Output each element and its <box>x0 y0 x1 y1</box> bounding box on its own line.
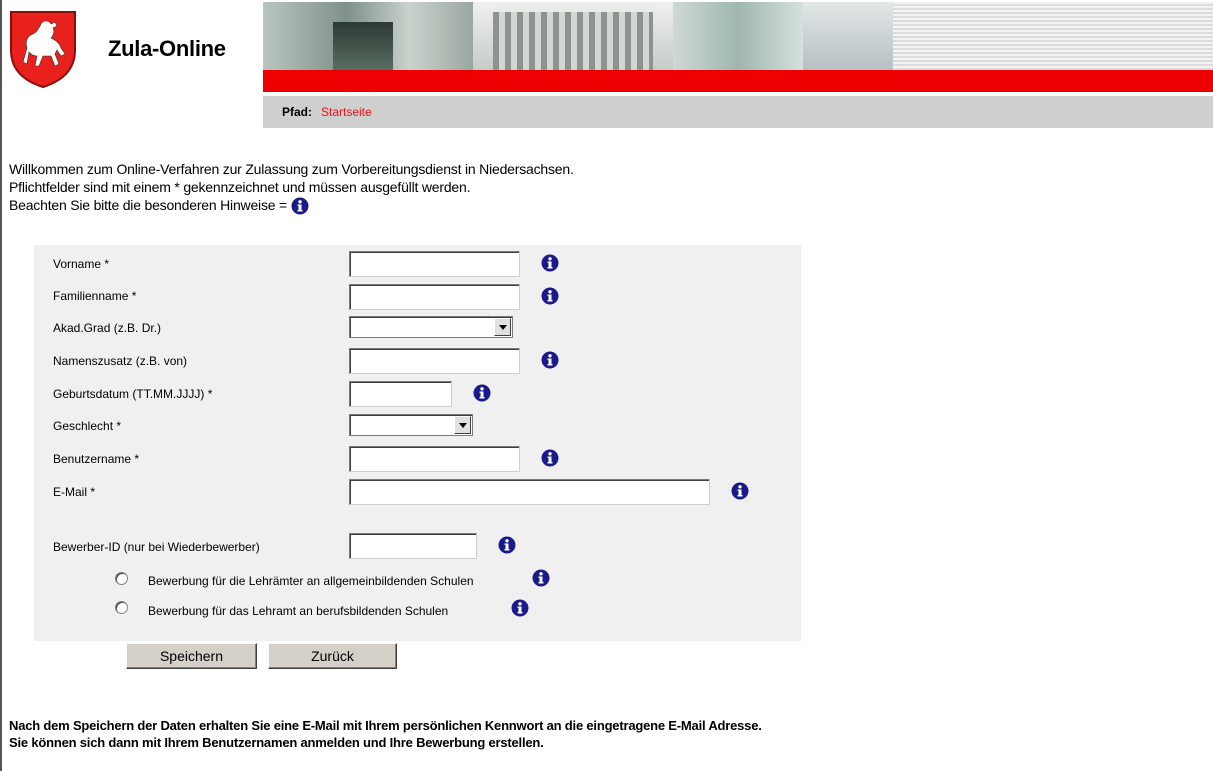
familienname-input[interactable] <box>349 284 520 310</box>
vorname-label: Vorname * <box>53 257 110 271</box>
radio-allgemeinbildend-label: Bewerbung für die Lehrämter an allgemein… <box>148 574 474 588</box>
left-border-line <box>0 0 2 771</box>
chevron-down-icon[interactable] <box>454 416 471 434</box>
akad-grad-select[interactable] <box>349 316 513 338</box>
radio-berufsbildend[interactable] <box>115 601 128 614</box>
info-icon[interactable] <box>541 287 559 305</box>
breadcrumb-label: Pfad: <box>282 105 312 119</box>
back-button[interactable]: Zurück <box>268 643 397 669</box>
email-field[interactable] <box>349 479 710 505</box>
geburtsdatum-input[interactable] <box>349 381 452 407</box>
namenszusatz-label: Namenszusatz (z.B. von) <box>53 354 188 368</box>
info-icon[interactable] <box>532 569 550 587</box>
namenszusatz-input[interactable] <box>349 348 520 374</box>
info-icon[interactable] <box>291 197 309 215</box>
intro-line-2: Pflichtfelder sind mit einem * gekennzei… <box>9 179 471 195</box>
info-icon[interactable] <box>541 254 559 272</box>
bewerber-id-label: Bewerber-ID (nur bei Wiederbewerber) <box>53 540 260 554</box>
bewerber-id-input[interactable] <box>349 533 477 559</box>
coat-of-arms-icon <box>10 11 76 88</box>
geburtsdatum-label: Geburtsdatum (TT.MM.JJJJ) * <box>53 387 213 401</box>
info-icon[interactable] <box>511 599 529 617</box>
breadcrumb-link-startseite[interactable]: Startseite <box>321 105 372 119</box>
radio-allgemeinbildend[interactable] <box>115 572 128 585</box>
info-icon[interactable] <box>498 536 516 554</box>
radio-berufsbildend-label: Bewerbung für das Lehramt an berufsbilde… <box>148 604 449 618</box>
info-note-line-2: Sie können sich dann mit Ihrem Benutzern… <box>9 735 544 750</box>
familienname-label: Familienname * <box>53 289 137 303</box>
info-icon[interactable] <box>473 384 491 402</box>
info-icon[interactable] <box>541 351 559 369</box>
email-label: E-Mail * <box>53 485 96 499</box>
intro-line-3: Beachten Sie bitte die besonderen Hinwei… <box>9 196 574 215</box>
save-button[interactable]: Speichern <box>126 643 257 669</box>
info-icon[interactable] <box>731 482 749 500</box>
info-icon[interactable] <box>541 449 559 467</box>
header-red-bar <box>263 70 1213 92</box>
header-banner-image <box>263 2 1213 70</box>
benutzername-label: Benutzername * <box>53 452 140 466</box>
akad-grad-label: Akad.Grad (z.B. Dr.) <box>53 321 162 335</box>
breadcrumb: Pfad: Startseite <box>263 96 1213 128</box>
geschlecht-select[interactable] <box>349 414 473 436</box>
intro-line-3-text: Beachten Sie bitte die besonderen Hinwei… <box>9 197 288 213</box>
geschlecht-label: Geschlecht * <box>53 419 122 433</box>
vorname-input[interactable] <box>349 251 520 277</box>
app-title: Zula-Online <box>108 36 226 61</box>
chevron-down-icon[interactable] <box>494 318 511 336</box>
info-note-line-1: Nach dem Speichern der Daten erhalten Si… <box>9 718 762 733</box>
intro-line-1: Willkommen zum Online-Verfahren zur Zula… <box>9 161 574 177</box>
intro-text: Willkommen zum Online-Verfahren zur Zula… <box>9 160 574 215</box>
info-note: Nach dem Speichern der Daten erhalten Si… <box>9 717 762 751</box>
benutzername-input[interactable] <box>349 446 520 472</box>
